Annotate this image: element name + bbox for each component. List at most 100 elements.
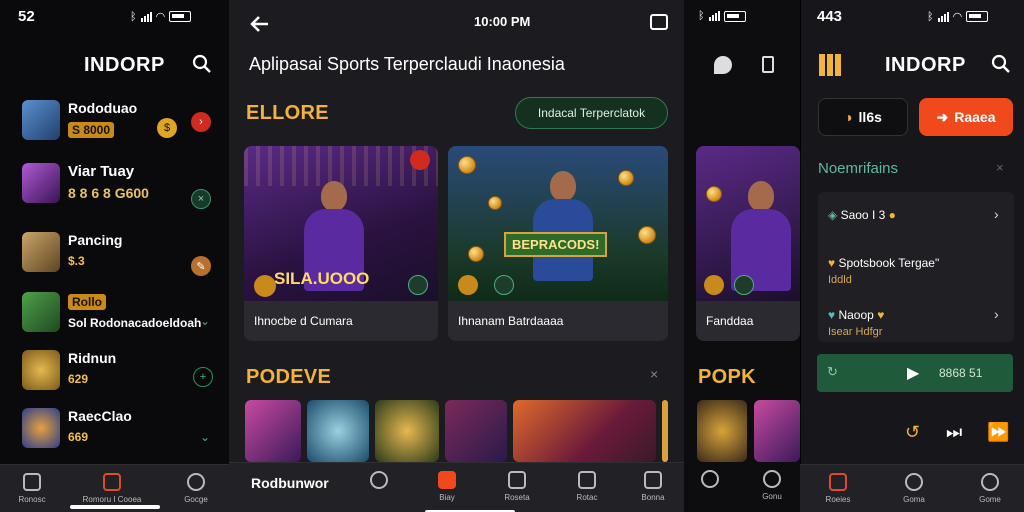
refresh-icon <box>763 470 781 488</box>
bottom-nav: Roeies Goma Gome <box>800 464 1024 512</box>
card-image: BEPRACODS! <box>448 146 668 301</box>
game-tile[interactable] <box>662 400 668 462</box>
search-icon[interactable] <box>991 54 1011 79</box>
nav-games[interactable]: Goma <box>894 473 934 504</box>
card-image <box>696 146 800 301</box>
menu-row-sub: Isear Hdfgr <box>828 326 883 338</box>
filter-pill-button[interactable]: Indacal Terperclatok <box>515 97 668 129</box>
nav-game[interactable]: Gonu <box>752 470 792 501</box>
close-icon[interactable]: × <box>996 160 1004 175</box>
chevron-down-icon[interactable]: ⌄ <box>200 430 210 444</box>
home-icon <box>23 473 41 491</box>
menu-row[interactable]: ♥ Naoop ♥ Isear Hdfgr <box>828 308 1008 338</box>
game-tile[interactable] <box>245 400 301 462</box>
list-item-badge: $.3 <box>68 254 85 268</box>
bet-icon[interactable] <box>408 275 428 295</box>
list-item[interactable]: RaecClao 669 ⌄ <box>20 408 220 458</box>
list-item-name: Sol Rodonacadoeldoah <box>68 316 202 330</box>
bet-icon[interactable] <box>734 275 754 295</box>
gift-icon <box>829 473 847 491</box>
bet-icon[interactable] <box>494 275 514 295</box>
card-title: Ihnanam Batrdaaaa <box>458 314 564 328</box>
search-icon[interactable] <box>192 54 212 74</box>
sport-card[interactable]: Fanddaa <box>696 146 800 341</box>
nav-play[interactable]: Biay <box>427 471 467 502</box>
camera-icon[interactable] <box>650 14 668 30</box>
shield-icon: ◈ <box>828 208 838 222</box>
replay-icon[interactable]: ↺ <box>905 422 920 443</box>
chevron-right-icon[interactable]: › <box>994 206 999 222</box>
battery-icon <box>723 10 746 22</box>
game-tile[interactable] <box>697 400 747 462</box>
game-tile[interactable] <box>307 400 369 462</box>
nav-scores[interactable] <box>359 471 399 493</box>
expand-icon[interactable]: × <box>191 189 211 209</box>
game-thumb <box>22 408 60 448</box>
chevron-down-icon[interactable]: ⌄ <box>200 314 210 328</box>
nav-home[interactable]: Ronosc <box>12 473 52 504</box>
sport-card[interactable]: BEPRACODS! Ihnanam Batrdaaaa <box>448 146 668 341</box>
list-item[interactable]: Viar Tuay 8 8 6 8 G600 × <box>20 163 220 213</box>
card-title: Fanddaa <box>706 314 754 328</box>
edit-icon[interactable]: ✎ <box>191 256 211 276</box>
nav-search[interactable]: Gome <box>970 473 1010 504</box>
game-thumb <box>22 350 60 390</box>
left-list-screen: 52 ᛒ ◠ INDORP Rododuao S 8000 $ › Viar T… <box>0 0 229 512</box>
game-tile[interactable] <box>513 400 656 462</box>
list-item-badge: 8 8 6 8 G600 <box>68 185 149 201</box>
chevron-right-icon[interactable]: › <box>994 306 999 322</box>
play-button[interactable]: › <box>191 112 211 132</box>
list-item[interactable]: Rododuao S 8000 $ › <box>20 100 220 150</box>
bluetooth-icon: ᛒ <box>130 10 137 23</box>
nav-results[interactable]: Roseta <box>497 471 537 502</box>
clipboard-icon[interactable] <box>762 56 774 73</box>
player-avatar <box>22 100 60 140</box>
coin-icon <box>254 275 276 297</box>
game-tile[interactable] <box>754 400 800 462</box>
back-arrow-icon[interactable] <box>250 14 270 39</box>
list-item[interactable]: Pancing $.3 ✎ <box>20 232 220 282</box>
game-thumb <box>22 292 60 332</box>
menu-row[interactable]: ♥ Spotsbook Tergae" Iddld <box>828 256 1008 286</box>
fast-forward-icon[interactable]: ⏩ <box>987 422 1009 443</box>
game-tile[interactable] <box>445 400 507 462</box>
sport-card[interactable]: SILA.UOOO Ihnocbe d Cumara <box>244 146 438 341</box>
nav-chat[interactable]: Rotac <box>567 471 607 502</box>
card-image: SILA.UOOO <box>244 146 438 301</box>
app-title: INDORP <box>885 54 966 76</box>
list-item[interactable]: Rollo Sol Rodonacadoeldoah ⌄ <box>20 292 220 342</box>
game-tile[interactable] <box>375 400 439 462</box>
card-title: Ihnocbe d Cumara <box>254 314 353 328</box>
app-title: INDORP <box>84 54 165 76</box>
nav-search[interactable]: Gocge <box>176 473 216 504</box>
next-icon[interactable]: ⏭ <box>946 422 962 443</box>
play-icon[interactable]: ▶ <box>907 363 919 383</box>
list-item-name: RaecClao <box>68 408 132 424</box>
list-item[interactable]: Ridnun 629 + <box>20 350 220 400</box>
add-icon[interactable]: + <box>193 367 213 387</box>
card-overlay-text: SILA.UOOO <box>274 269 370 288</box>
nav-chat[interactable] <box>690 470 730 492</box>
nav-rewards[interactable]: Roeies <box>818 473 858 504</box>
menu-icon[interactable] <box>819 54 841 76</box>
nav-profile[interactable]: Bonna <box>633 471 673 502</box>
coin-icon: ◑ <box>844 109 853 125</box>
player-figure <box>528 171 598 281</box>
close-icon[interactable]: × <box>650 366 658 382</box>
drop-icon[interactable] <box>714 56 732 74</box>
nav-brand[interactable]: Rodbunwor <box>251 475 329 491</box>
status-icons: ᛒ ◠ <box>130 10 192 23</box>
register-button[interactable]: ➜ Raaea <box>919 98 1013 136</box>
signal-icon <box>937 11 949 22</box>
heart-icon: ♥ <box>828 308 836 322</box>
refresh-icon[interactable]: ↻ <box>827 364 838 380</box>
section-title-explore: ELLORE <box>246 102 329 124</box>
bluetooth-icon: ᛒ <box>698 10 705 22</box>
nav-games[interactable]: Romoru I Cooea <box>72 473 152 504</box>
trophy-icon <box>508 471 526 489</box>
login-button[interactable]: ◑ ll6s <box>818 98 908 136</box>
status-icons: ᛒ <box>698 10 746 22</box>
card-overlay-text: BEPRACODS! <box>504 232 608 257</box>
menu-row[interactable]: ◈ Saoo I 3 ● <box>828 208 1008 222</box>
battery-icon <box>169 11 192 22</box>
